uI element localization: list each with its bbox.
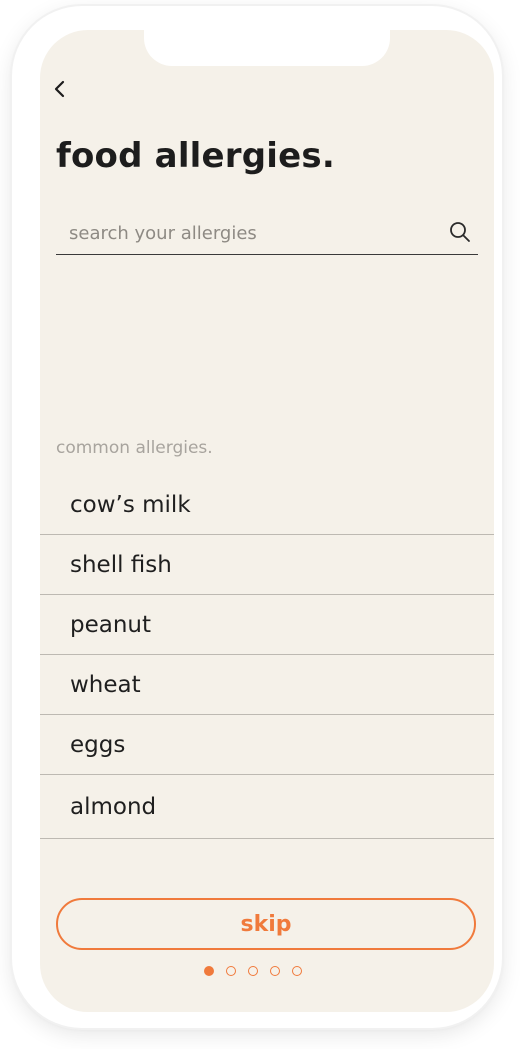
page-dot-3[interactable] bbox=[248, 966, 258, 976]
device-notch bbox=[144, 30, 390, 66]
chevron-left-icon bbox=[54, 80, 65, 98]
pagination-dots bbox=[204, 966, 302, 976]
allergy-item-wheat[interactable]: wheat bbox=[40, 655, 494, 715]
allergy-item-eggs[interactable]: eggs bbox=[40, 715, 494, 775]
page-dot-2[interactable] bbox=[226, 966, 236, 976]
app-screen: food allergies. common allergies. cow’s … bbox=[40, 30, 494, 1012]
search-icon[interactable] bbox=[448, 220, 472, 244]
phone-frame: food allergies. common allergies. cow’s … bbox=[12, 6, 502, 1028]
page-dot-5[interactable] bbox=[292, 966, 302, 976]
search-input[interactable] bbox=[69, 218, 429, 248]
allergy-item-shell-fish[interactable]: shell fish bbox=[40, 535, 494, 595]
search-box bbox=[56, 214, 478, 255]
allergy-item-cows-milk[interactable]: cow’s milk bbox=[40, 476, 494, 535]
allergy-item-almond[interactable]: almond bbox=[40, 775, 494, 839]
common-allergies-heading: common allergies. bbox=[56, 438, 213, 458]
allergy-item-peanut[interactable]: peanut bbox=[40, 595, 494, 655]
page-dot-4[interactable] bbox=[270, 966, 280, 976]
page-title: food allergies. bbox=[56, 136, 335, 176]
page-dot-1[interactable] bbox=[204, 966, 214, 976]
back-button[interactable] bbox=[52, 74, 82, 104]
common-allergies-list: cow’s milk shell fish peanut wheat eggs … bbox=[40, 476, 494, 839]
skip-button[interactable]: skip bbox=[56, 898, 476, 950]
